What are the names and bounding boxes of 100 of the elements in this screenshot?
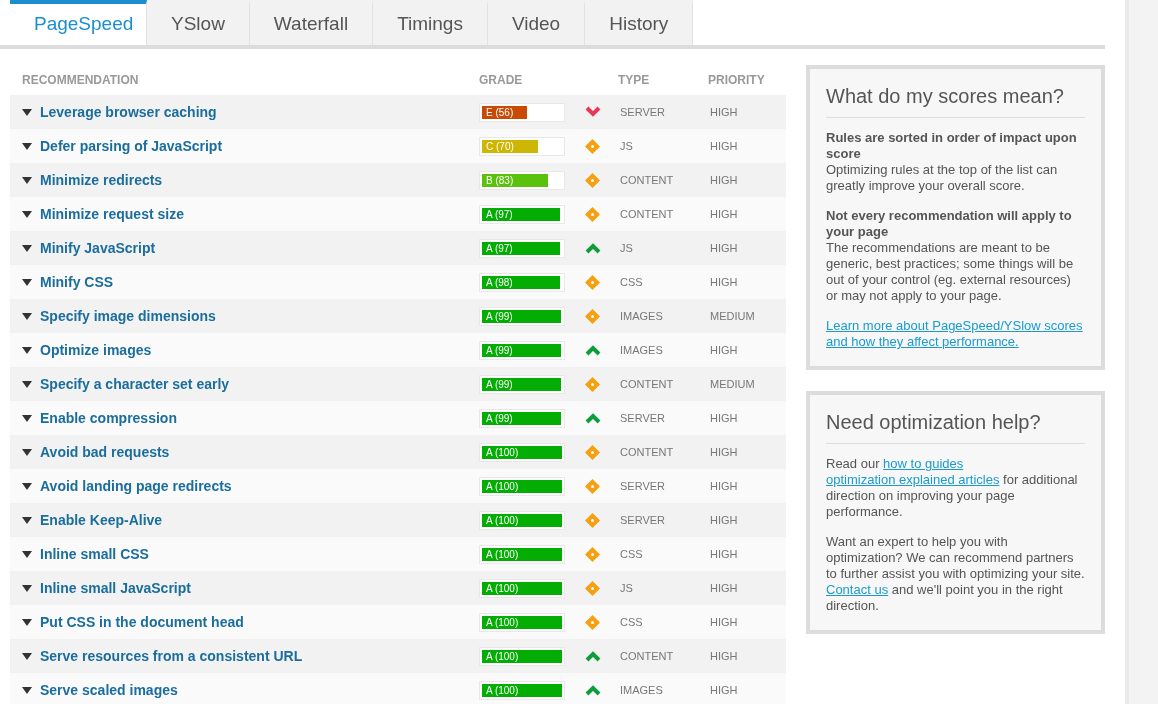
recommendation-name[interactable]: Specify a character set early	[40, 373, 479, 395]
type-cell-text: CONTENT	[620, 172, 675, 188]
table-row[interactable]: Inline small CSS A (100) CSS HIGH	[10, 537, 786, 571]
table-row[interactable]: Serve resources from a consistent URL A (100) CONTENT HIGH	[10, 639, 786, 673]
table-row[interactable]: Specify image dimensions A (99) IMAGES MEDIUM	[10, 299, 786, 333]
type-cell-text: CSS	[620, 546, 644, 562]
help-text: The recommendations are meant to be generic, best practices; some things will be out of your control (eg. external resources) or may not apply to your page.	[826, 240, 1075, 304]
diamond-icon	[585, 580, 600, 596]
tab[interactable]: Waterfall	[249, 0, 374, 45]
caret-icon	[22, 652, 32, 660]
type-cell-text: IMAGES	[620, 342, 664, 358]
column-header: PRIORITY	[708, 72, 765, 89]
priority-cell-text: HIGH	[710, 478, 738, 494]
priority-cell-text: MEDIUM	[710, 376, 755, 392]
type-cell-text: IMAGES	[620, 308, 664, 324]
chevron-up-icon	[584, 344, 601, 356]
type-cell-text: CONTENT	[620, 376, 675, 392]
table-row[interactable]: Serve scaled images A (100) IMAGES HIGH	[10, 673, 786, 704]
help-link[interactable]: Learn more about PageSpeed/YSlow scores and how they affect performance.	[826, 318, 1085, 350]
tab[interactable]: Timings	[373, 0, 488, 45]
caret-icon	[22, 380, 32, 388]
priority-cell-text: HIGH	[710, 512, 738, 528]
recommendation-name[interactable]: Put CSS in the document head	[40, 611, 479, 633]
table-row[interactable]: Avoid landing page redirects A (100) SERVER HIGH	[10, 469, 786, 503]
caret-icon	[22, 142, 32, 150]
table-row[interactable]: Avoid bad requests A (100) CONTENT HIGH	[10, 435, 786, 469]
diamond-icon	[585, 614, 600, 630]
help-link[interactable]: Contact us	[826, 582, 889, 597]
type-cell-text: CSS	[620, 274, 644, 290]
recommendation-name[interactable]: Enable compression	[40, 407, 479, 429]
help-paragraph: Read our how to guides optimization explained articles for additional direction on improving your page performance.	[826, 456, 1079, 520]
recommendation-name[interactable]: Minimize redirects	[40, 169, 479, 191]
diamond-icon	[585, 172, 600, 188]
type-cell-text: JS	[620, 240, 634, 256]
caret-icon	[22, 108, 32, 116]
grade-label: A (100)	[486, 650, 519, 663]
grade-label: A (97)	[486, 242, 513, 255]
tab[interactable]: History	[585, 0, 694, 45]
recommendation-name[interactable]: Defer parsing of JavaScript	[40, 135, 479, 157]
paragraph-heading: Not every recommendation will apply to your page	[826, 208, 1073, 240]
chevron-up-icon	[584, 650, 601, 662]
recommendation-name[interactable]: Minify CSS	[40, 271, 479, 293]
table-row[interactable]: Minimize redirects B (83) CONTENT HIGH	[10, 163, 786, 197]
help-link[interactable]: how to guides	[883, 456, 964, 471]
grade-label: A (97)	[486, 208, 513, 221]
diamond-icon	[585, 444, 600, 460]
grade-label: A (99)	[486, 310, 513, 323]
diamond-icon	[585, 512, 600, 528]
recommendation-name[interactable]: Serve resources from a consistent URL	[40, 645, 479, 667]
recommendation-name[interactable]: Optimize images	[40, 339, 479, 361]
diamond-icon	[585, 308, 600, 324]
tab[interactable]: PageSpeed	[10, 0, 147, 45]
table-row[interactable]: Inline small JavaScript A (100) JS HIGH	[10, 571, 786, 605]
recommendation-name[interactable]: Inline small JavaScript	[40, 577, 479, 599]
priority-cell-text: HIGH	[710, 682, 738, 698]
caret-icon	[22, 482, 32, 490]
type-cell-text: SERVER	[620, 512, 667, 528]
caret-icon	[22, 176, 32, 184]
grade-label: A (100)	[486, 514, 519, 527]
column-header: RECOMMENDATION	[21, 72, 140, 89]
paragraph-heading: Rules are sorted in order of impact upon score	[826, 130, 1078, 162]
table-row[interactable]: Specify a character set early A (99) CONTENT MEDIUM	[10, 367, 786, 401]
recommendation-name[interactable]: Specify image dimensions	[40, 305, 479, 327]
help-link[interactable]: optimization explained articles	[826, 472, 1000, 487]
diamond-icon	[585, 376, 600, 392]
type-cell-text: CSS	[620, 614, 644, 630]
recommendation-name[interactable]: Minify JavaScript	[40, 237, 479, 259]
table-row[interactable]: Enable Keep-Alive A (100) SERVER HIGH	[10, 503, 786, 537]
column-header: TYPE	[618, 72, 651, 89]
table-row[interactable]: Minify CSS A (98) CSS HIGH	[10, 265, 786, 299]
priority-cell-text: HIGH	[710, 240, 738, 256]
table-row[interactable]: Leverage browser caching E (56) SERVER HIGH	[10, 95, 786, 129]
table-row[interactable]: Enable compression A (99) SERVER HIGH	[10, 401, 786, 435]
tab[interactable]: YSlow	[147, 0, 250, 45]
caret-icon	[22, 278, 32, 286]
type-cell-text: IMAGES	[620, 682, 664, 698]
table-row[interactable]: Minify JavaScript A (97) JS HIGH	[10, 231, 786, 265]
recommendation-name[interactable]: Avoid bad requests	[40, 441, 479, 463]
chevron-down-icon	[584, 106, 601, 118]
type-cell-text: SERVER	[620, 478, 667, 494]
recommendation-name[interactable]: Avoid landing page redirects	[40, 475, 479, 497]
diamond-icon	[585, 138, 600, 154]
table-row[interactable]: Defer parsing of JavaScript C (70) JS HIGH	[10, 129, 786, 163]
priority-cell-text: HIGH	[710, 206, 738, 222]
table-row[interactable]: Put CSS in the document head A (100) CSS HIGH	[10, 605, 786, 639]
table-row[interactable]: Optimize images A (99) IMAGES HIGH	[10, 333, 786, 367]
priority-cell-text: HIGH	[710, 138, 738, 154]
tab[interactable]: Video	[487, 0, 586, 45]
recommendation-name[interactable]: Serve scaled images	[40, 679, 479, 701]
table-row[interactable]: Minimize request size A (97) CONTENT HIGH	[10, 197, 786, 231]
help-paragraph: Want an expert to help you with optimization? We can recommend partners to further assist you with optimizing your site. Contact us and we'll point you in the right direction.	[826, 534, 1085, 614]
caret-icon	[22, 686, 32, 694]
recommendation-name[interactable]: Inline small CSS	[40, 543, 479, 565]
recommendation-name[interactable]: Enable Keep-Alive	[40, 509, 479, 531]
type-cell-text: JS	[620, 138, 634, 154]
caret-icon	[22, 210, 32, 218]
type-cell-text: JS	[620, 580, 634, 596]
type-cell-text: CONTENT	[620, 444, 675, 460]
recommendation-name[interactable]: Leverage browser caching	[40, 101, 479, 123]
recommendation-name[interactable]: Minimize request size	[40, 203, 479, 225]
